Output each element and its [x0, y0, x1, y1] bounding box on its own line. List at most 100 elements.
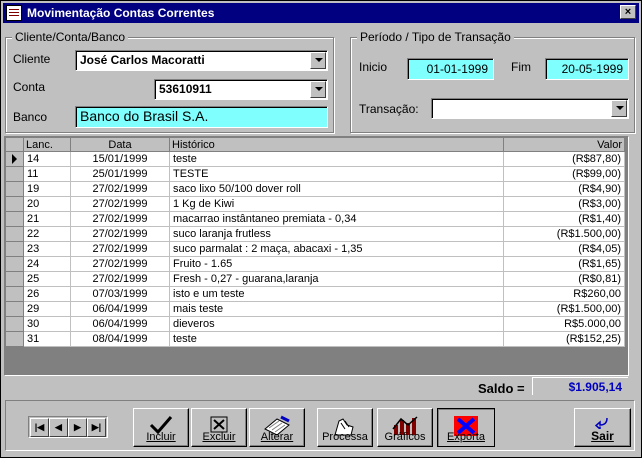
cell-lanc[interactable]: 26 — [23, 286, 71, 302]
cell-historico[interactable]: Fruito - 1.65 — [169, 256, 504, 272]
cell-lanc[interactable]: 20 — [23, 196, 71, 212]
cell-valor[interactable]: (R$0,81) — [503, 271, 625, 287]
column-header-valor[interactable]: Valor — [503, 137, 625, 152]
cell-data[interactable]: 15/01/1999 — [70, 151, 170, 167]
cell-historico[interactable]: suco parmalat : 2 maça, abacaxi - 1,35 — [169, 241, 504, 257]
cell-data[interactable]: 27/02/1999 — [70, 256, 170, 272]
cell-valor[interactable]: R$260,00 — [503, 286, 625, 302]
conta-select[interactable]: 53610911 — [154, 79, 328, 100]
table-row[interactable]: 24 27/02/1999 Fruito - 1.65 (R$1,65) — [5, 256, 625, 272]
column-header-historico[interactable]: Histórico — [169, 137, 504, 152]
exporta-button[interactable]: Exporta — [437, 408, 495, 447]
cell-historico[interactable]: saco lixo 50/100 dover roll — [169, 181, 504, 197]
cell-valor[interactable]: (R$1,40) — [503, 211, 625, 227]
table-row[interactable]: 14 15/01/1999 teste (R$87,80) — [5, 151, 625, 167]
cell-historico[interactable]: Fresh - 0,27 - guarana,laranja — [169, 271, 504, 287]
table-row[interactable]: 23 27/02/1999 suco parmalat : 2 maça, abac… — [5, 241, 625, 257]
inicio-date-field[interactable]: 01-01-1999 — [407, 58, 494, 80]
processa-button[interactable]: Processa — [317, 408, 373, 447]
cell-data[interactable]: 06/04/1999 — [70, 316, 170, 332]
current-row-indicator-icon[interactable] — [5, 151, 24, 167]
cell-data[interactable]: 27/02/1999 — [70, 271, 170, 287]
row-selector[interactable] — [5, 271, 24, 287]
cell-valor[interactable]: (R$152,25) — [503, 331, 625, 347]
cell-data[interactable]: 25/01/1999 — [70, 166, 170, 182]
chevron-down-icon[interactable] — [310, 81, 326, 98]
cell-data[interactable]: 07/03/1999 — [70, 286, 170, 302]
table-row[interactable]: 25 27/02/1999 Fresh - 0,27 - guarana,laran… — [5, 271, 625, 287]
cliente-select[interactable]: José Carlos Macoratti — [75, 50, 328, 71]
row-selector[interactable] — [5, 196, 24, 212]
cell-valor[interactable]: (R$99,00) — [503, 166, 625, 182]
cell-historico[interactable]: dieveros — [169, 316, 504, 332]
row-selector[interactable] — [5, 256, 24, 272]
close-button[interactable]: × — [620, 5, 636, 19]
cell-historico[interactable]: 1 Kg de Kiwi — [169, 196, 504, 212]
next-record-button[interactable]: ▶ — [68, 418, 87, 437]
prev-record-button[interactable]: ◀ — [49, 418, 68, 437]
row-selector[interactable] — [5, 211, 24, 227]
cell-lanc[interactable]: 14 — [23, 151, 71, 167]
cell-data[interactable]: 27/02/1999 — [70, 226, 170, 242]
cell-lanc[interactable]: 29 — [23, 301, 71, 317]
row-selector[interactable] — [5, 166, 24, 182]
alterar-button[interactable]: Alterar — [249, 408, 305, 447]
excluir-button[interactable]: Excluir — [191, 408, 247, 447]
cell-valor[interactable]: (R$4,05) — [503, 241, 625, 257]
row-selector[interactable] — [5, 286, 24, 302]
table-row[interactable]: 21 27/02/1999 macarrao instântaneo premiat… — [5, 211, 625, 227]
cell-lanc[interactable]: 11 — [23, 166, 71, 182]
cell-lanc[interactable]: 21 — [23, 211, 71, 227]
cell-valor[interactable]: (R$87,80) — [503, 151, 625, 167]
table-row[interactable]: 22 27/02/1999 suco laranja frutless (R$1.50… — [5, 226, 625, 242]
row-selector[interactable] — [5, 331, 24, 347]
row-selector[interactable] — [5, 316, 24, 332]
cell-historico[interactable]: isto e um teste — [169, 286, 504, 302]
cell-lanc[interactable]: 25 — [23, 271, 71, 287]
cell-valor[interactable]: R$5.000,00 — [503, 316, 625, 332]
cell-historico[interactable]: mais teste — [169, 301, 504, 317]
cell-valor[interactable]: (R$1,65) — [503, 256, 625, 272]
chevron-down-icon[interactable] — [611, 100, 627, 117]
cell-lanc[interactable]: 22 — [23, 226, 71, 242]
cell-valor[interactable]: (R$3,00) — [503, 196, 625, 212]
cell-historico[interactable]: TESTE — [169, 166, 504, 182]
cell-data[interactable]: 27/02/1999 — [70, 211, 170, 227]
cell-valor[interactable]: (R$1.500,00) — [503, 226, 625, 242]
cell-lanc[interactable]: 19 — [23, 181, 71, 197]
row-selector[interactable] — [5, 301, 24, 317]
cell-lanc[interactable]: 24 — [23, 256, 71, 272]
table-row[interactable]: 30 06/04/1999 dieveros R$5.000,00 — [5, 316, 625, 332]
sair-button[interactable]: Sair — [574, 408, 631, 447]
cell-historico[interactable]: teste — [169, 151, 504, 167]
cell-historico[interactable]: macarrao instântaneo premiata - 0,34 — [169, 211, 504, 227]
fim-date-field[interactable]: 20-05-1999 — [545, 58, 629, 80]
transacao-select[interactable] — [431, 98, 629, 119]
first-record-button[interactable]: |◀ — [30, 418, 49, 437]
cell-lanc[interactable]: 23 — [23, 241, 71, 257]
cell-lanc[interactable]: 30 — [23, 316, 71, 332]
row-selector[interactable] — [5, 181, 24, 197]
column-header-lanc[interactable]: Lanc. — [23, 137, 71, 152]
chevron-down-icon[interactable] — [310, 52, 326, 69]
cell-historico[interactable]: teste — [169, 331, 504, 347]
table-row[interactable]: 29 06/04/1999 mais teste (R$1.500,00) — [5, 301, 625, 317]
table-row[interactable]: 19 27/02/1999 saco lixo 50/100 dover roll(… — [5, 181, 625, 197]
cell-data[interactable]: 27/02/1999 — [70, 196, 170, 212]
column-header-data[interactable]: Data — [70, 137, 170, 152]
cell-historico[interactable]: suco laranja frutless — [169, 226, 504, 242]
transactions-grid[interactable]: Lanc. Data Histórico Valor 14 15/01/1999 t… — [4, 136, 629, 376]
cell-data[interactable]: 08/04/1999 — [70, 331, 170, 347]
incluir-button[interactable]: Incluir — [133, 408, 189, 447]
last-record-button[interactable]: ▶| — [87, 418, 106, 437]
table-row[interactable]: 20 27/02/1999 1 Kg de Kiwi (R$3,00) — [5, 196, 625, 212]
table-row[interactable]: 11 25/01/1999 TESTE (R$99,00) — [5, 166, 625, 182]
cell-data[interactable]: 27/02/1999 — [70, 181, 170, 197]
cell-valor[interactable]: (R$4,90) — [503, 181, 625, 197]
cell-lanc[interactable]: 31 — [23, 331, 71, 347]
cell-data[interactable]: 27/02/1999 — [70, 241, 170, 257]
table-row[interactable]: 26 07/03/1999 isto e um teste R$260,00 — [5, 286, 625, 302]
row-selector[interactable] — [5, 241, 24, 257]
graficos-button[interactable]: Gráficos — [377, 408, 433, 447]
cell-data[interactable]: 06/04/1999 — [70, 301, 170, 317]
